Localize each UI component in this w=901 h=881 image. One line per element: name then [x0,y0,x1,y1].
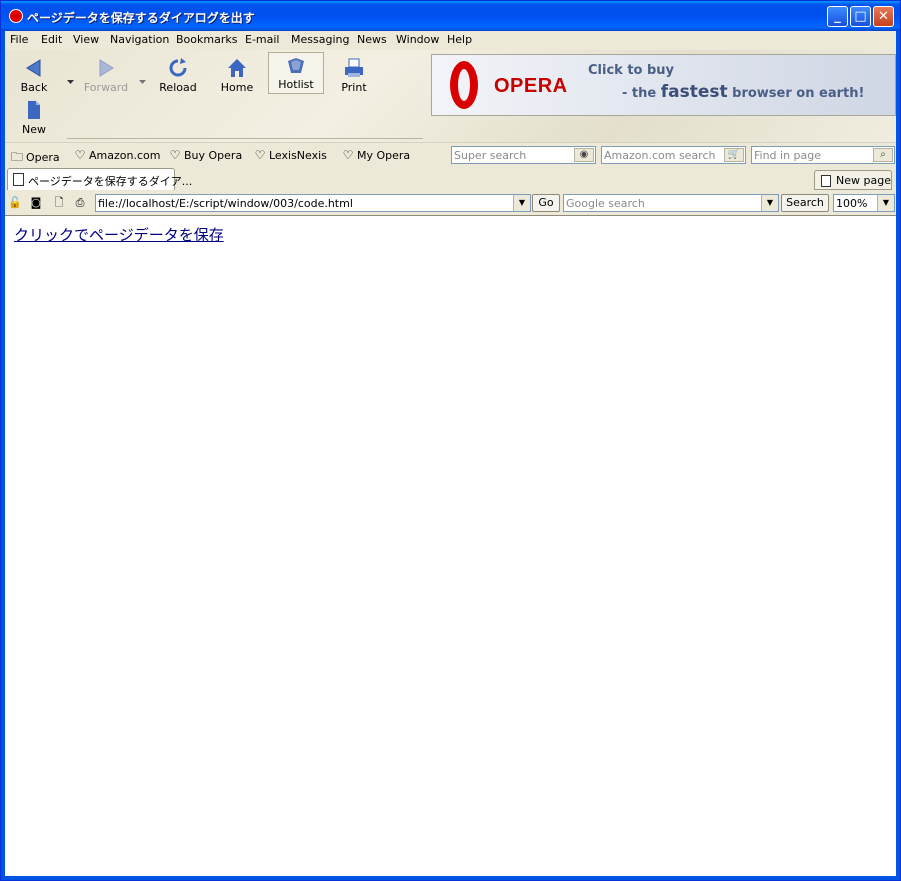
print-preview-icon[interactable]: ⎙ [73,196,87,210]
back-history-dropdown-icon[interactable] [67,80,74,85]
personal-bar-item-my-opera[interactable]: ♡ My Opera [341,148,411,162]
personal-bar-label: Amazon.com [89,149,161,162]
new-button[interactable]: New [7,96,61,136]
new-page-button[interactable]: New page [814,170,892,190]
banner-line2: - the fastest browser on earth! [622,82,864,102]
personal-bar-label: LexisNexis [269,149,327,162]
opera-ad-banner[interactable]: OPERA Click to buy - the fastest browser… [431,54,896,116]
shopping-cart-icon[interactable]: 🛒 [724,148,744,162]
page-icon [13,173,24,186]
go-button[interactable]: Go [532,194,560,212]
tab-bar: ページデータを保存するダイア... New page [5,166,896,192]
personal-bar-item-amazon[interactable]: ♡ Amazon.com [73,148,161,162]
tab-label: ページデータを保存するダイア... [28,175,193,188]
new-document-icon [28,101,40,119]
menu-bookmarks[interactable]: Bookmarks [176,33,237,46]
home-icon [228,59,246,77]
personal-bar: 🗀 Opera ♡ Amazon.com ♡ Buy Opera ♡ LexisNexi… [5,142,896,167]
super-search-placeholder: Super search [454,149,527,162]
page-info-icon[interactable]: 🗋 [52,196,66,210]
menu-news[interactable]: News [357,33,387,46]
personal-bar-item-lexisnexis[interactable]: ♡ LexisNexis [253,148,327,162]
url-dropdown-icon[interactable]: ▼ [513,195,530,211]
browser-client-area: File Edit View Navigation Bookmarks E-ma… [5,31,896,876]
personal-bar-label: My Opera [357,149,411,162]
amazon-search-field[interactable]: Amazon.com search 🛒 [601,146,746,164]
banner-line2-suffix: browser on earth! [727,86,865,101]
magnifier-icon[interactable]: ⌕ [873,148,893,162]
reload-icon [169,58,187,77]
zoom-select[interactable]: 100% ▼ [833,194,895,212]
google-search-field[interactable]: Google search ▼ [563,194,779,212]
google-search-dropdown-icon[interactable]: ▼ [761,195,778,211]
unlock-icon[interactable]: 🔓 [8,196,22,210]
personal-bar-label: Opera [26,151,60,164]
new-label: New [22,123,46,136]
heart-icon: ♡ [169,148,181,162]
forward-button[interactable]: Forward [79,54,133,94]
tab-current-page[interactable]: ページデータを保存するダイア... [7,168,192,190]
super-search-go-icon[interactable]: ◉ [574,148,594,162]
close-button[interactable]: ✕ [873,6,894,27]
personal-bar-item-buy-opera[interactable]: ♡ Buy Opera [168,148,243,162]
search-button[interactable]: Search [781,194,829,212]
menu-bar: File Edit View Navigation Bookmarks E-ma… [5,31,896,50]
menu-messaging[interactable]: Messaging [291,33,349,46]
find-in-page-field[interactable]: Find in page ⌕ [751,146,895,164]
personal-bar-label: Buy Opera [184,149,243,162]
print-button[interactable]: Print [327,54,381,94]
menu-help[interactable]: Help [447,33,472,46]
menu-file[interactable]: File [10,33,28,46]
opera-logo-icon [450,61,478,109]
menu-window[interactable]: Window [396,33,439,46]
url-field[interactable]: file://localhost/E:/script/window/003/co… [95,194,531,212]
menu-edit[interactable]: Edit [41,33,62,46]
page-content: クリックでページデータを保存 [5,216,896,876]
menu-view[interactable]: View [73,33,99,46]
new-page-icon [821,175,831,187]
google-search-placeholder: Google search [566,197,645,210]
menu-email[interactable]: E-mail [245,33,280,46]
forward-label: Forward [83,81,129,94]
heart-icon: ♡ [342,148,354,162]
window-title: ページデータを保存するダイアログを出す [27,11,255,25]
minimize-button[interactable]: _ [827,6,848,27]
forward-history-dropdown-icon[interactable] [139,80,146,85]
image-toggle-icon[interactable]: ◙ [29,196,43,210]
banner-brand: OPERA [494,75,568,97]
main-toolbar: Back Forward Reload Home Hotlist Print N… [5,50,896,142]
maximize-button[interactable]: □ [850,6,871,27]
amazon-search-placeholder: Amazon.com search [604,149,716,162]
reload-button[interactable]: Reload [151,54,205,94]
super-search-field[interactable]: Super search ◉ [451,146,596,164]
heart-icon: ♡ [254,148,266,162]
home-button[interactable]: Home [210,54,264,94]
hotlist-button[interactable]: Hotlist [268,52,324,94]
url-value: file://localhost/E:/script/window/003/co… [98,197,353,210]
opera-app-icon [9,9,23,23]
print-label: Print [341,81,367,94]
new-page-label: New page [836,174,891,187]
back-button[interactable]: Back [7,54,61,94]
zoom-value: 100% [836,197,868,210]
printer-icon [345,58,363,77]
banner-line1: Click to buy [588,63,675,78]
banner-line2-emphasis: fastest [660,82,728,102]
reload-label: Reload [159,81,197,94]
banner-line2-prefix: - the [622,86,661,101]
forward-arrow-icon [99,59,114,77]
menu-navigation[interactable]: Navigation [110,33,169,46]
home-label: Home [220,81,254,94]
browser-window: ページデータを保存するダイアログを出す _ □ ✕ File Edit View… [0,0,901,881]
title-bar[interactable]: ページデータを保存するダイアログを出す _ □ ✕ [1,1,900,31]
save-page-data-link[interactable]: クリックでページデータを保存 [14,224,224,245]
hotlist-label: Hotlist [278,78,314,91]
back-arrow-icon [26,59,41,77]
zoom-dropdown-icon[interactable]: ▼ [877,195,894,211]
heart-icon: ♡ [74,148,86,162]
back-label: Back [20,81,48,94]
hotlist-icon [288,58,304,73]
address-bar: 🔓 ◙ 🗋 ⎙ file://localhost/E:/script/windo… [5,191,896,216]
find-in-page-placeholder: Find in page [754,149,822,162]
